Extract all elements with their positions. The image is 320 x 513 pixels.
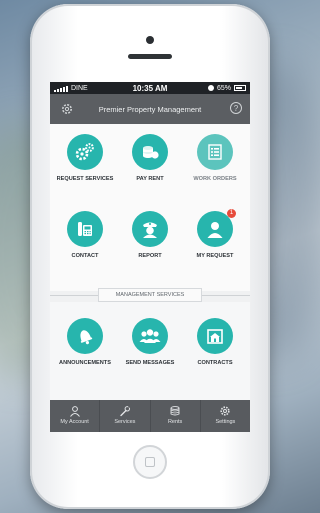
tab-my-account[interactable]: My Account [50,400,101,432]
tile-request-services[interactable]: REQUEST SERVICES [55,134,115,182]
main-menu-grid: REQUEST SERVICES PAY RENT WORK ORDERS CO [50,124,250,291]
section-title: MANAGEMENT SERVICES [98,288,202,302]
tile-send-messages[interactable]: SEND MESSAGES [120,318,180,366]
tile-work-orders[interactable]: WORK ORDERS [185,134,245,182]
tile-contact[interactable]: CONTACT [55,211,115,259]
tab-settings[interactable]: Settings [201,400,250,432]
app-header: Premier Property Management ? [50,94,250,124]
help-icon[interactable]: ? [230,102,242,114]
person-icon: 1 [197,209,236,247]
management-services-grid: ANNOUNCEMENTS SEND MESSAGES CONTRACTS [50,302,250,400]
tile-label: SEND MESSAGES [125,360,175,366]
tile-label: CONTRACTS [197,360,233,366]
app-screen: DINE 10:35 AM 65% Premier Property Manag… [50,82,250,432]
wrench-icon [120,406,130,417]
settings-gear-icon[interactable] [60,102,74,116]
status-bar: DINE 10:35 AM 65% [50,82,250,94]
list-icon [197,134,233,170]
tile-label: WORK ORDERS [193,176,237,182]
tile-announcements[interactable]: ANNOUNCEMENTS [55,318,115,366]
tab-services[interactable]: Services [100,400,151,432]
tile-label: CONTACT [71,253,99,259]
notification-badge: 1 [227,209,236,218]
phone-icon [67,211,103,247]
house-icon [197,318,233,354]
coins-icon [170,406,180,416]
officer-icon [132,211,168,247]
tab-rents[interactable]: Rents [151,400,201,432]
user-icon [69,406,80,417]
tab-label: Settings [215,419,236,425]
tab-label: My Account [60,419,89,425]
bottom-tab-bar: My Account Services Rents Settings [50,400,250,432]
home-button[interactable] [133,445,167,479]
page-title: Premier Property Management [98,104,202,114]
tab-label: Rents [167,419,183,425]
tab-label: Services [114,419,136,425]
phone-frame: DINE 10:35 AM 65% Premier Property Manag… [30,4,270,509]
battery-icon [234,85,246,91]
tile-my-request[interactable]: 1 MY REQUEST [185,209,245,259]
coins-icon [132,134,168,170]
gear-icon [220,406,230,416]
tile-label: REQUEST SERVICES [56,176,114,182]
tile-label: MY REQUEST [196,253,234,259]
bell-icon [67,318,103,354]
status-time: 10:35 AM [132,83,168,93]
tile-label: REPORT [138,253,162,259]
tile-label: PAY RENT [136,176,164,182]
tile-report[interactable]: REPORT [120,211,180,259]
tile-label: ANNOUNCEMENTS [59,360,111,366]
tile-contracts[interactable]: CONTRACTS [185,318,245,366]
tile-pay-rent[interactable]: PAY RENT [120,134,180,182]
earpiece-speaker [128,54,172,59]
group-icon [132,318,168,354]
front-camera [146,36,154,44]
gears-icon [67,134,103,170]
